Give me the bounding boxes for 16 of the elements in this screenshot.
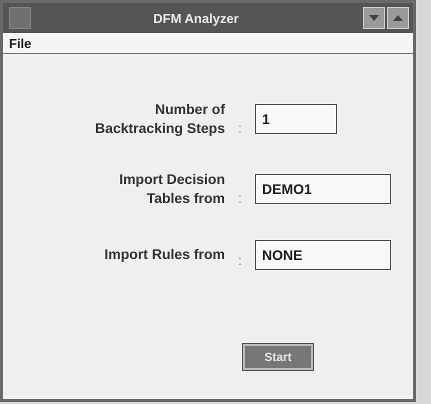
input-field[interactable]: NONE	[255, 240, 391, 270]
menu-item[interactable]: File	[9, 36, 32, 50]
start-button[interactable]: Start	[243, 344, 313, 370]
label-colon: :	[238, 252, 242, 268]
label-colon: :	[238, 190, 242, 206]
maximize-icon	[393, 15, 403, 21]
window-title: DFM Analyzer	[152, 10, 240, 26]
input-field[interactable]: DEMO1	[255, 174, 391, 204]
minimize-button[interactable]	[363, 7, 385, 29]
input-field[interactable]: 1	[255, 104, 337, 134]
field-label: Import Decision Tables from	[118, 170, 225, 208]
maximize-button[interactable]	[387, 7, 409, 29]
field-label: Import Rules from	[104, 245, 225, 264]
label-colon: :	[238, 120, 242, 136]
field-label: Number of Backtracking Steps	[94, 100, 225, 138]
minimize-icon	[369, 15, 379, 21]
